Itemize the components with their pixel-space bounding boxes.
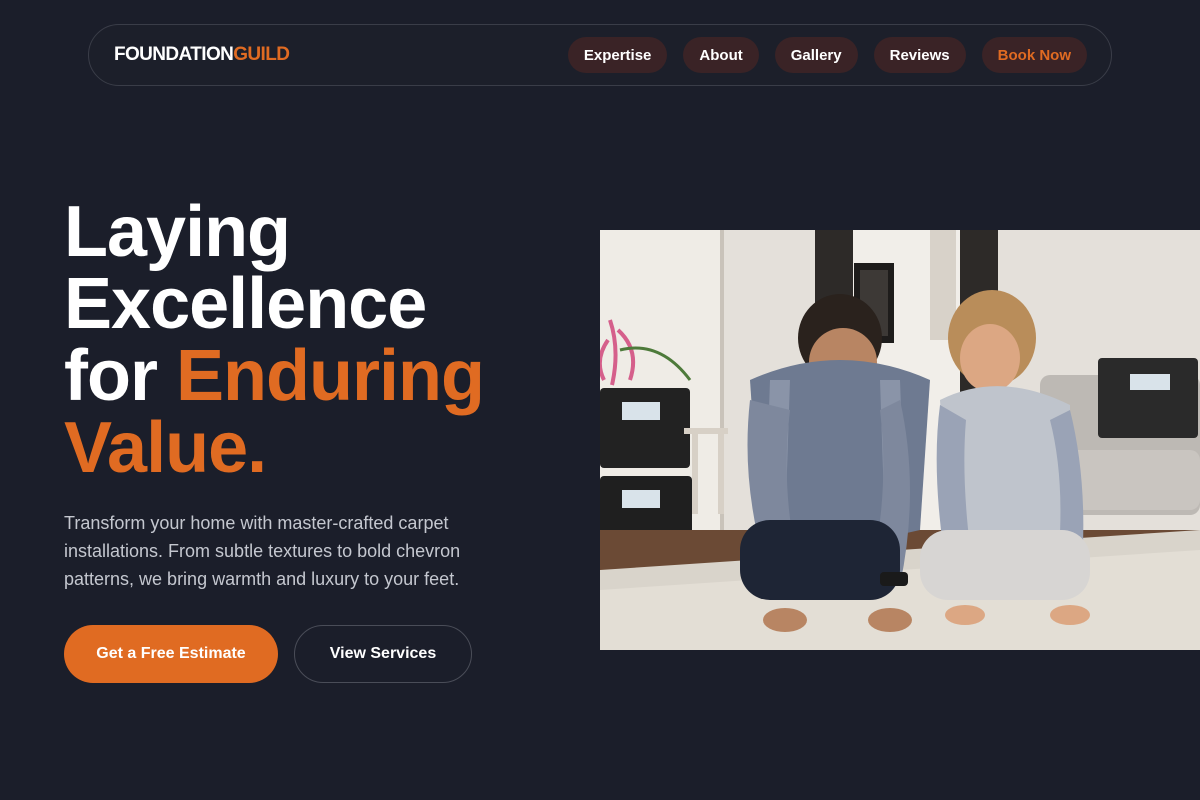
nav-item-expertise[interactable]: Expertise bbox=[567, 37, 668, 73]
hero-title-accent1: Enduring bbox=[175, 336, 485, 416]
brand-name-part2: GUILD bbox=[233, 44, 290, 65]
hero-title-line1: Laying bbox=[64, 192, 291, 272]
get-estimate-button[interactable]: Get a Free Estimate bbox=[64, 625, 278, 683]
brand-logo[interactable]: FOUNDATIONGUILD bbox=[114, 44, 290, 66]
book-now-button[interactable]: Book Now bbox=[981, 37, 1087, 73]
nav-item-reviews[interactable]: Reviews bbox=[873, 37, 966, 73]
navbar: FOUNDATIONGUILD Expertise About Gallery … bbox=[88, 24, 1112, 86]
nav-links: Expertise About Gallery Reviews Book Now bbox=[567, 37, 1087, 73]
hero-title-accent2: Value. bbox=[64, 408, 267, 488]
hero-title-line2: Excellence bbox=[64, 264, 427, 344]
hero-title: Laying Excellence for Enduring Value. bbox=[64, 196, 584, 484]
brand-name-part1: FOUNDATION bbox=[114, 44, 234, 65]
hero-photo-illustration bbox=[600, 230, 1200, 650]
hero-description: Transform your home with master-crafted … bbox=[64, 513, 461, 589]
nav-item-about[interactable]: About bbox=[683, 37, 759, 73]
hero-title-line3: for bbox=[64, 336, 176, 416]
view-services-button[interactable]: View Services bbox=[294, 625, 472, 683]
nav-item-gallery[interactable]: Gallery bbox=[774, 37, 858, 73]
hero-image bbox=[600, 230, 1200, 650]
